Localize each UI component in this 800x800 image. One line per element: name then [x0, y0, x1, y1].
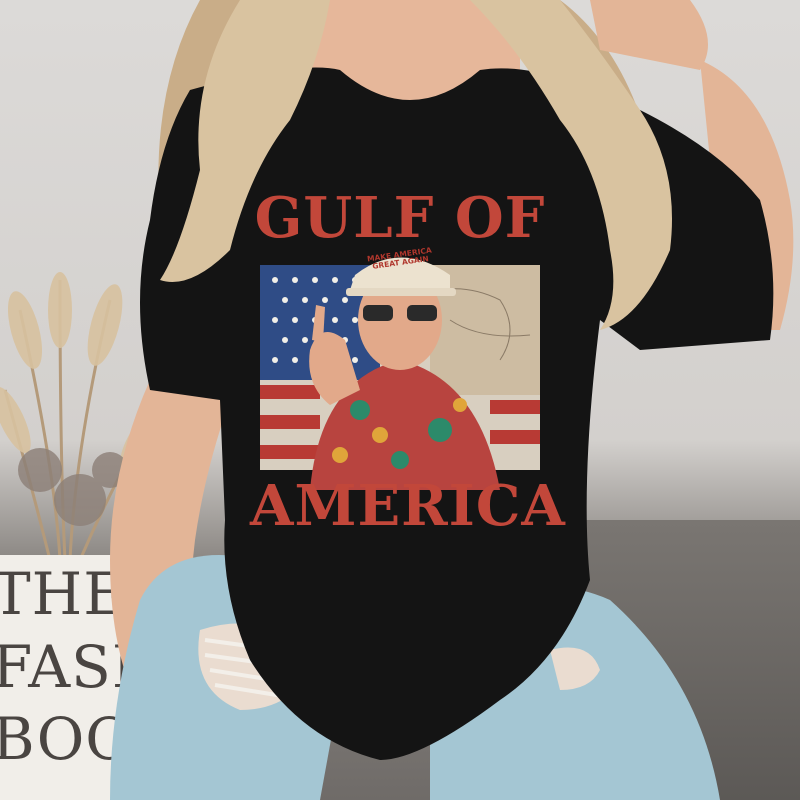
photo-scene: THE FASH BOOK	[0, 0, 800, 800]
graphic-title-top: GULF OF	[254, 185, 546, 251]
graphic-title-bottom: AMERICA	[250, 473, 566, 539]
tshirt-graphic: GULF OF MAKE AMERICA GREAT AGAIN AMERICA	[250, 185, 566, 540]
